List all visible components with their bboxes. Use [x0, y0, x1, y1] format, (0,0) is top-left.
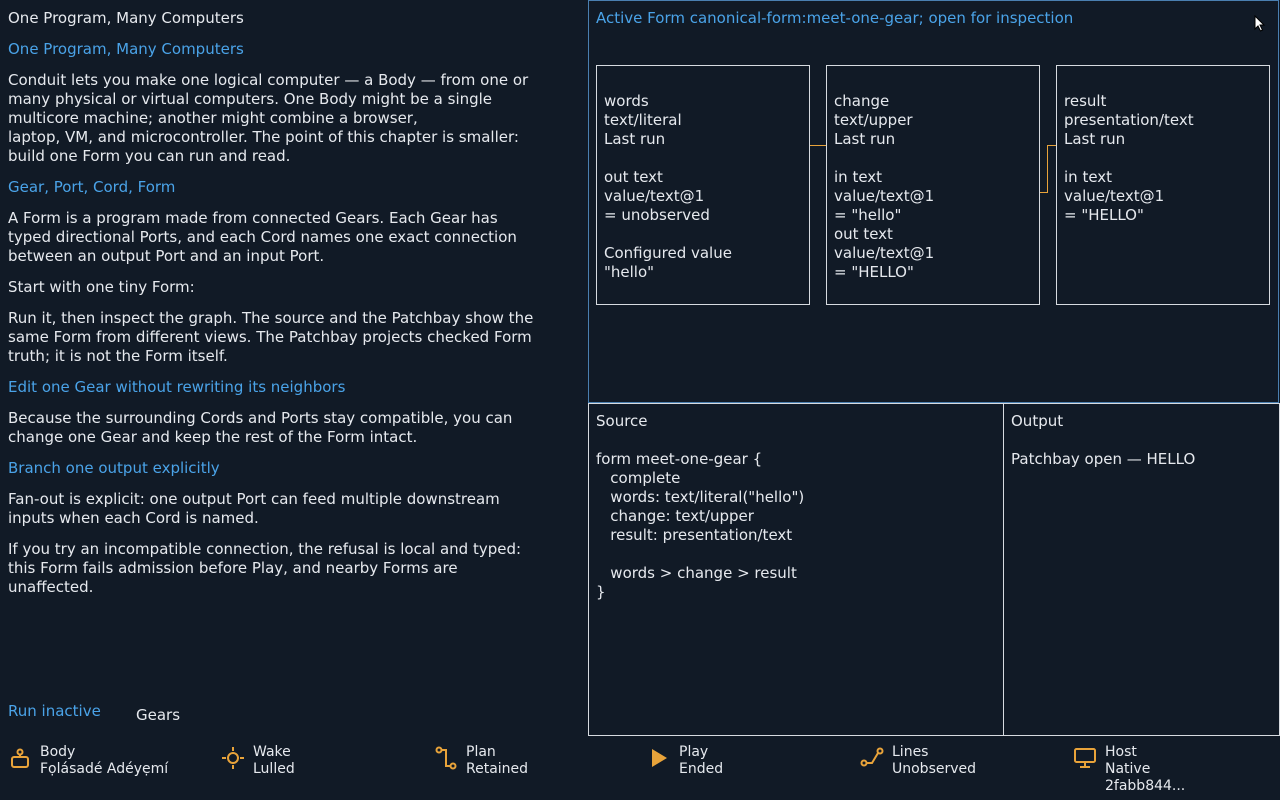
- paragraph-intro: Conduit lets you make one logical comput…: [8, 71, 529, 165]
- status-body[interactable]: Body Fọlásadé Adéyẹmí: [8, 744, 168, 778]
- heading-gear-port: Gear, Port, Cord, Form: [8, 178, 176, 196]
- run-button[interactable]: Run inactive: [8, 702, 101, 721]
- status-label: Plan: [466, 744, 496, 760]
- play-icon: [652, 749, 667, 767]
- paragraph-start: Start with one tiny Form:: [8, 278, 195, 296]
- gear-card-text: words text/literal Last run out text val…: [604, 92, 732, 281]
- gear-card-words[interactable]: words text/literal Last run out text val…: [596, 65, 810, 305]
- page-title: One Program, Many Computers: [8, 9, 244, 27]
- heading-one-program: One Program, Many Computers: [8, 40, 244, 58]
- paragraph-edit: Because the surrounding Cords and Ports …: [8, 409, 513, 446]
- status-extra: 2fabb844...: [1105, 778, 1186, 794]
- gear-card-text: change text/upper Last run in text value…: [834, 92, 935, 281]
- cord-change-result-b[interactable]: [1047, 145, 1048, 193]
- status-value: Native: [1105, 761, 1151, 777]
- source-code[interactable]: form meet-one-gear { complete words: tex…: [596, 450, 804, 602]
- gear-card-result[interactable]: result presentation/text Last run in tex…: [1056, 65, 1270, 305]
- patchbay-inspector: Active Form canonical-form:meet-one-gear…: [588, 0, 1279, 403]
- status-value: Ended: [679, 761, 724, 777]
- paragraph-incompatible: If you try an incompatible connection, t…: [8, 540, 522, 596]
- inspector-title: Active Form canonical-form:meet-one-gear…: [596, 9, 1074, 27]
- status-host[interactable]: Host Native 2fabb844...: [1073, 744, 1185, 795]
- output-text: Patchbay open — HELLO: [1011, 450, 1196, 468]
- status-plan[interactable]: Plan Retained: [434, 744, 528, 778]
- heading-branch: Branch one output explicitly: [8, 459, 220, 477]
- heading-edit-gear: Edit one Gear without rewriting its neig…: [8, 378, 346, 396]
- source-panel: Source form meet-one-gear { complete wor…: [588, 403, 1004, 736]
- paragraph-run: Run it, then inspect the graph. The sour…: [8, 309, 534, 365]
- cord-words-change[interactable]: [810, 145, 826, 146]
- status-label: Host: [1105, 744, 1137, 760]
- gears-tab[interactable]: Gears: [136, 706, 180, 725]
- lines-icon: [860, 747, 884, 767]
- source-title: Source: [596, 412, 648, 430]
- output-title: Output: [1011, 412, 1064, 430]
- status-label: Body: [40, 744, 76, 760]
- wake-icon: [222, 747, 244, 769]
- gear-card-text: result presentation/text Last run in tex…: [1064, 92, 1194, 224]
- paragraph-form-def: A Form is a program made from connected …: [8, 209, 517, 265]
- status-value: Retained: [466, 761, 529, 777]
- status-value: Unobserved: [892, 761, 977, 777]
- status-label: Lines: [892, 744, 929, 760]
- status-label: Wake: [253, 744, 291, 760]
- status-lines[interactable]: Lines Unobserved: [860, 744, 976, 778]
- monitor-icon: [1074, 748, 1096, 768]
- cord-change-result-c[interactable]: [1047, 145, 1056, 146]
- status-label: Play: [679, 744, 709, 760]
- output-panel: Output Patchbay open — HELLO: [1003, 403, 1280, 736]
- status-play[interactable]: Play Ended: [647, 744, 723, 778]
- gear-card-change[interactable]: change text/upper Last run in text value…: [826, 65, 1040, 305]
- status-wake[interactable]: Wake Lulled: [221, 744, 295, 778]
- body-icon: [11, 748, 29, 768]
- status-value: Lulled: [253, 761, 295, 777]
- status-value: Fọlásadé Adéyẹmí: [40, 761, 169, 777]
- plan-icon: [435, 746, 457, 770]
- mouse-cursor-icon: [1254, 15, 1266, 32]
- paragraph-fanout: Fan-out is explicit: one output Port can…: [8, 490, 500, 527]
